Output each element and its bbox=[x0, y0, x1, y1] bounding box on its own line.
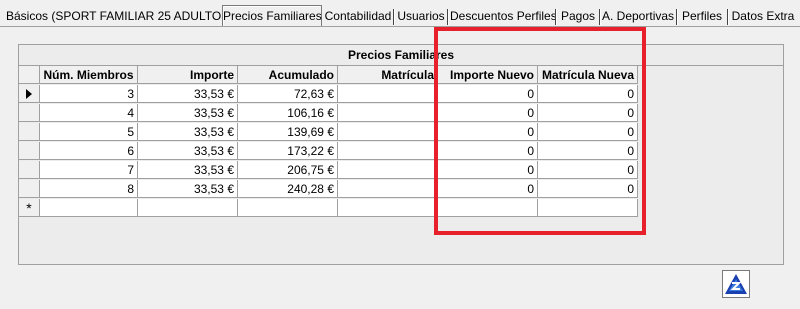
column-header-acumulado[interactable]: Acumulado bbox=[238, 66, 338, 84]
cell-importe-nuevo[interactable]: 0 bbox=[438, 161, 538, 179]
cell-importe[interactable]: 33,53 € bbox=[138, 142, 238, 160]
tab-a-deportivas[interactable]: A. Deportivas bbox=[602, 7, 674, 25]
cell-importe[interactable]: 33,53 € bbox=[138, 161, 238, 179]
table-row[interactable]: 4 33,53 € 106,16 € 0 0 bbox=[19, 104, 639, 123]
tab-baseline bbox=[0, 26, 800, 27]
cell-matricula-nueva[interactable] bbox=[538, 199, 638, 217]
row-selector[interactable] bbox=[19, 104, 40, 122]
tab-datos-extra[interactable]: Datos Extra bbox=[730, 7, 796, 25]
cell-num-miembros[interactable]: 3 bbox=[40, 85, 138, 103]
row-selector-header bbox=[19, 66, 40, 84]
cell-num-miembros[interactable] bbox=[40, 199, 138, 217]
tab-contabilidad[interactable]: Contabilidad bbox=[324, 7, 392, 25]
tab-separator bbox=[555, 9, 557, 25]
cell-importe[interactable]: 33,53 € bbox=[138, 85, 238, 103]
cell-acumulado[interactable]: 106,16 € bbox=[238, 104, 338, 122]
cell-matricula[interactable] bbox=[338, 199, 438, 217]
tab-separator bbox=[393, 9, 395, 25]
cell-num-miembros[interactable]: 7 bbox=[40, 161, 138, 179]
tab-precios-familiares[interactable]: Precios Familiares bbox=[222, 5, 322, 27]
cell-matricula[interactable] bbox=[338, 142, 438, 160]
tab-strip: Básicos (SPORT FAMILIAR 25 ADULTOS) Prec… bbox=[0, 5, 800, 27]
cell-matricula-nueva[interactable]: 0 bbox=[538, 104, 638, 122]
column-header-importe-nuevo[interactable]: Importe Nuevo bbox=[438, 66, 538, 84]
cell-importe[interactable]: 33,53 € bbox=[138, 104, 238, 122]
cell-importe[interactable] bbox=[138, 199, 238, 217]
column-header-importe[interactable]: Importe bbox=[138, 66, 238, 84]
table-row[interactable]: 6 33,53 € 173,22 € 0 0 bbox=[19, 142, 639, 161]
table-row[interactable]: 5 33,53 € 139,69 € 0 0 bbox=[19, 123, 639, 142]
cell-importe-nuevo[interactable]: 0 bbox=[438, 85, 538, 103]
tab-descuentos-perfiles[interactable]: Descuentos Perfiles bbox=[450, 7, 557, 25]
row-selector[interactable] bbox=[19, 142, 40, 160]
cell-matricula[interactable] bbox=[338, 85, 438, 103]
row-selector[interactable] bbox=[19, 161, 40, 179]
cell-importe-nuevo[interactable]: 0 bbox=[438, 142, 538, 160]
cell-matricula-nueva[interactable]: 0 bbox=[538, 85, 638, 103]
cell-importe-nuevo[interactable]: 0 bbox=[438, 180, 538, 198]
row-selector[interactable] bbox=[19, 123, 40, 141]
table-row[interactable]: 7 33,53 € 206,75 € 0 0 bbox=[19, 161, 639, 180]
cell-matricula-nueva[interactable]: 0 bbox=[538, 123, 638, 141]
cell-importe-nuevo[interactable]: 0 bbox=[438, 123, 538, 141]
cell-matricula-nueva[interactable]: 0 bbox=[538, 180, 638, 198]
cell-acumulado[interactable]: 139,69 € bbox=[238, 123, 338, 141]
row-selector[interactable] bbox=[19, 180, 40, 198]
cell-acumulado[interactable]: 72,63 € bbox=[238, 85, 338, 103]
row-pointer-icon[interactable] bbox=[19, 85, 40, 103]
cell-matricula[interactable] bbox=[338, 180, 438, 198]
tab-separator bbox=[727, 9, 729, 25]
cell-acumulado[interactable]: 173,22 € bbox=[238, 142, 338, 160]
cell-num-miembros[interactable]: 4 bbox=[40, 104, 138, 122]
cell-importe-nuevo[interactable] bbox=[438, 199, 538, 217]
table-row[interactable]: 8 33,53 € 240,28 € 0 0 bbox=[19, 180, 639, 199]
column-header-num-miembros[interactable]: Núm. Miembros bbox=[40, 66, 138, 84]
cell-acumulado[interactable]: 206,75 € bbox=[238, 161, 338, 179]
navigate-button[interactable] bbox=[722, 270, 750, 298]
tab-basicos[interactable]: Básicos (SPORT FAMILIAR 25 ADULTOS) bbox=[6, 7, 233, 25]
cell-num-miembros[interactable]: 6 bbox=[40, 142, 138, 160]
new-row-marker[interactable]: * bbox=[19, 199, 40, 217]
cell-matricula[interactable] bbox=[338, 123, 438, 141]
column-header-matricula-nueva[interactable]: Matrícula Nueva bbox=[538, 66, 638, 84]
cell-matricula[interactable] bbox=[338, 104, 438, 122]
cell-matricula-nueva[interactable]: 0 bbox=[538, 161, 638, 179]
cell-acumulado[interactable] bbox=[238, 199, 338, 217]
tab-separator bbox=[447, 9, 449, 25]
cell-matricula[interactable] bbox=[338, 161, 438, 179]
tab-separator bbox=[676, 9, 678, 25]
navigate-icon bbox=[725, 274, 747, 294]
cell-importe-nuevo[interactable]: 0 bbox=[438, 104, 538, 122]
cell-acumulado[interactable]: 240,28 € bbox=[238, 180, 338, 198]
cell-num-miembros[interactable]: 8 bbox=[40, 180, 138, 198]
cell-matricula-nueva[interactable]: 0 bbox=[538, 142, 638, 160]
tab-usuarios[interactable]: Usuarios bbox=[396, 7, 446, 25]
cell-importe[interactable]: 33,53 € bbox=[138, 123, 238, 141]
precios-familiares-grid: Precios Familiares Núm. Miembros Importe… bbox=[18, 44, 784, 265]
grid-caption: Precios Familiares bbox=[19, 45, 783, 66]
cell-num-miembros[interactable]: 5 bbox=[40, 123, 138, 141]
tab-pagos[interactable]: Pagos bbox=[558, 7, 598, 25]
table-row[interactable]: 3 33,53 € 72,63 € 0 0 bbox=[19, 85, 639, 104]
cell-importe[interactable]: 33,53 € bbox=[138, 180, 238, 198]
column-header-matricula[interactable]: Matrícula bbox=[338, 66, 438, 84]
tab-separator bbox=[599, 9, 601, 25]
grid-header-row: Núm. Miembros Importe Acumulado Matrícul… bbox=[19, 66, 659, 85]
new-record-row[interactable]: * bbox=[19, 199, 639, 218]
tab-perfiles[interactable]: Perfiles bbox=[679, 7, 725, 25]
